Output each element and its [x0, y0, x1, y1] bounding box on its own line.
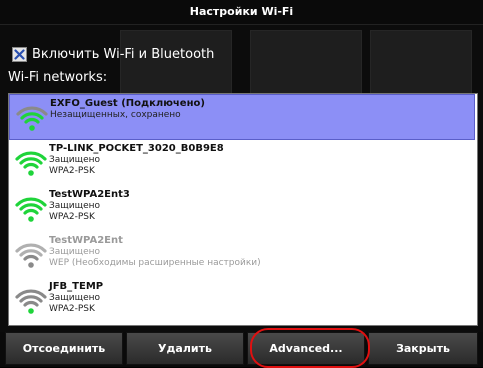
network-security: WPA2-PSK	[49, 304, 95, 314]
dialog-button-bar: Отсоединить Удалить Advanced... Закрыть	[0, 332, 483, 367]
network-status: Защищено	[49, 201, 101, 211]
network-name: TestWPA2Ent3	[49, 189, 130, 200]
network-row[interactable]: TP-LINK_POCKET_3020_B0B9E8 Защищено WPA2…	[9, 140, 475, 186]
wifi-signal-icon	[15, 243, 47, 268]
network-status: Незащищенных, сохранено	[50, 110, 181, 120]
disconnect-button[interactable]: Отсоединить	[5, 332, 123, 365]
dialog-titlebar: Настройки Wi-Fi	[0, 0, 483, 25]
network-row[interactable]: TestWPA2Ent3 Защищено WPA2-PSK	[9, 186, 475, 232]
network-name: TestWPA2Ent	[49, 235, 123, 246]
network-name: JFB_TEMP	[49, 281, 104, 292]
wifi-signal-icon	[15, 151, 47, 176]
network-name: TP-LINK_POCKET_3020_B0B9E8	[49, 143, 224, 154]
advanced-button[interactable]: Advanced...	[247, 332, 365, 365]
network-status: Защищено	[49, 247, 101, 257]
network-row[interactable]: EXFO_Guest (Подключено) Незащищенных, со…	[9, 94, 475, 140]
wifi-network-list[interactable]: EXFO_Guest (Подключено) Незащищенных, со…	[8, 93, 478, 326]
wifi-signal-icon	[15, 289, 47, 314]
network-status: Защищено	[49, 293, 101, 303]
dialog-title: Настройки Wi-Fi	[189, 5, 294, 18]
network-status: Защищено	[49, 155, 101, 165]
toggle-label: Включить Wi-Fi и Bluetooth	[32, 47, 215, 62]
wifi-settings-dialog: Настройки Wi-Fi Включить Wi-Fi и Bluetoo…	[0, 0, 483, 368]
network-name: EXFO_Guest (Подключено)	[50, 98, 205, 109]
network-security: WEP (Необходимы расширенные настройки)	[49, 258, 261, 268]
network-row[interactable]: JFB_TEMP Защищено WPA2-PSK	[9, 278, 475, 324]
checkbox[interactable]	[12, 47, 27, 62]
delete-button[interactable]: Удалить	[126, 332, 244, 365]
network-security: WPA2-PSK	[49, 166, 95, 176]
close-button[interactable]: Закрыть	[368, 332, 478, 365]
network-row[interactable]: TestWPA2Ent Защищено WEP (Необходимы рас…	[9, 232, 475, 278]
checkmark-x-icon	[14, 49, 25, 60]
wifi-signal-icon	[15, 197, 47, 222]
wifi-bluetooth-toggle[interactable]: Включить Wi-Fi и Bluetooth	[12, 47, 214, 62]
wifi-signal-icon	[16, 106, 48, 131]
networks-heading: Wi-Fi networks:	[8, 70, 108, 85]
network-security: WPA2-PSK	[49, 212, 95, 222]
